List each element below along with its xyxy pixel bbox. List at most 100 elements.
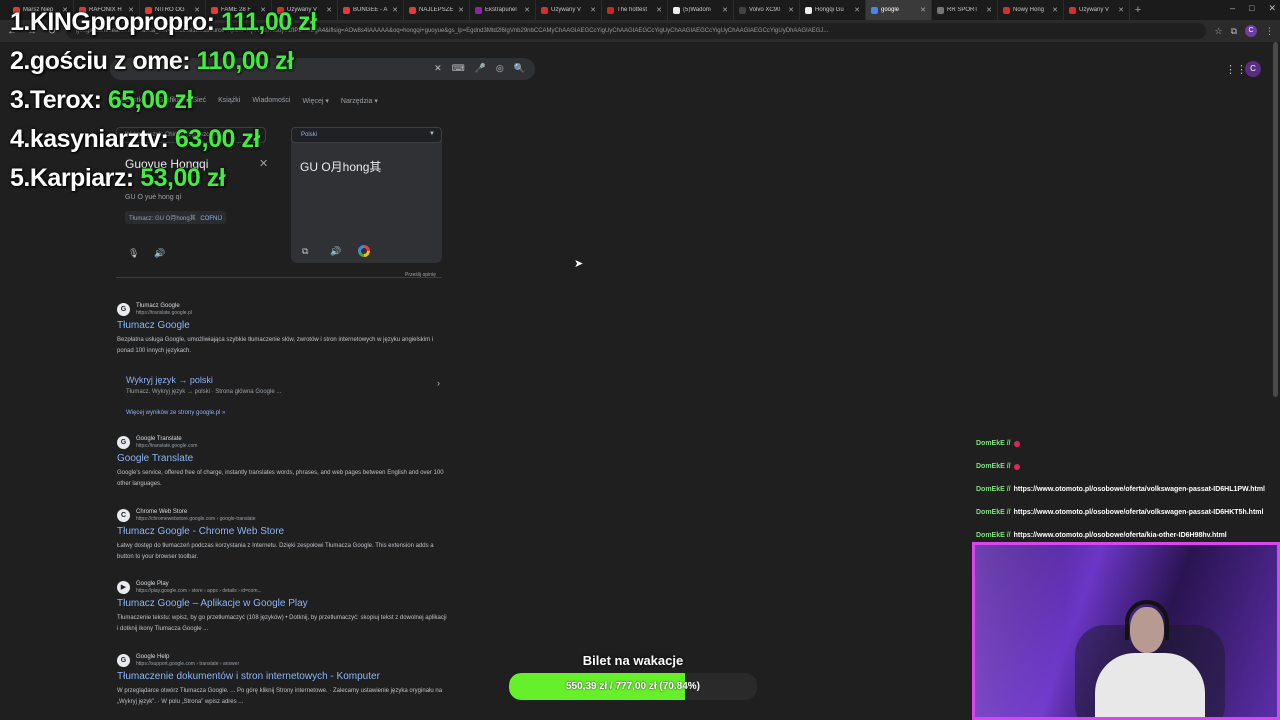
close-tab-icon[interactable]: ✕: [788, 6, 794, 14]
google-apps-icon[interactable]: ⋮⋮: [1225, 63, 1247, 76]
close-tab-icon[interactable]: ✕: [986, 6, 992, 14]
tab-title: google: [881, 7, 900, 13]
chrome-icon: C: [117, 509, 130, 522]
leaderboard-row: 3.Terox: 65,00 zł: [10, 86, 317, 125]
tab-title: Używany V: [551, 7, 582, 13]
close-tab-icon[interactable]: ✕: [392, 6, 398, 14]
tab-title: The hottest: [617, 7, 648, 13]
result-url[interactable]: https://translate.google.com: [136, 443, 197, 450]
result-url[interactable]: https://play.google.com › store › apps ›…: [136, 588, 262, 595]
result-url[interactable]: https://translate.google.pl: [136, 310, 192, 317]
close-tab-icon[interactable]: ✕: [1052, 6, 1058, 14]
sitelink-wykryj-jezyk[interactable]: Wykryj język → polski Tłumacz. Wykryj ję…: [126, 375, 444, 395]
browser-tab[interactable]: Używany V ✕: [1064, 0, 1130, 20]
browser-tab[interactable]: Ekstrapunel ✕: [470, 0, 536, 20]
close-tab-icon[interactable]: ✕: [656, 6, 662, 14]
screen: Marsz Niep ✕ RAFONIX H ✕ NITRO OG ✕ FAME 28 F ✕…: [0, 0, 1280, 720]
mic-icon[interactable]: 🎙: [128, 248, 139, 259]
goal-progress-bar: 550,39 zł / 777,00 zł (70.84%): [509, 673, 757, 700]
chat-emote-icon: [1013, 463, 1020, 470]
leaderboard-rank: 2.: [10, 47, 30, 75]
chat-message: DomEkE //: [976, 455, 1280, 478]
browser-tab[interactable]: Używany V ✕: [536, 0, 602, 20]
result-title-link[interactable]: Google Translate: [117, 453, 447, 464]
close-tab-icon[interactable]: ✕: [326, 6, 332, 14]
tab-favicon-icon: [871, 6, 878, 14]
browser-tab[interactable]: Nowy Hong ✕: [998, 0, 1064, 20]
browser-tab[interactable]: (5)Wadom ✕: [668, 0, 734, 20]
tab-favicon-icon: [937, 6, 944, 14]
more-results-link[interactable]: Więcej wyników ze strony google.pl »: [126, 410, 225, 416]
google-play-icon: ▶: [117, 581, 130, 594]
tab-title: Hongqi Gu: [815, 7, 844, 13]
keyboard-icon[interactable]: ⌨: [452, 63, 465, 74]
maximize-icon[interactable]: □: [1249, 3, 1254, 14]
close-window-icon[interactable]: ✕: [1268, 3, 1276, 14]
tab-narzedzia[interactable]: Narzędzia ▾: [341, 97, 378, 105]
tab-favicon-icon: [541, 6, 548, 14]
clear-search-icon[interactable]: ✕: [434, 63, 442, 74]
webcam-feed: [972, 542, 1280, 720]
donation-leaderboard: 1.KINGpropropro: 111,00 zł 2.gościu z ome…: [10, 8, 317, 203]
result-title-link[interactable]: Tłumaczenie dokumentów i stron interneto…: [117, 671, 447, 682]
goal-progress-text: 550,39 zł / 777,00 zł (70.84%): [566, 681, 700, 692]
new-tab-button[interactable]: +: [1130, 4, 1146, 16]
result-site-name: Google Play: [136, 581, 169, 587]
minimize-icon[interactable]: –: [1230, 3, 1235, 14]
result-url[interactable]: https://support.google.com › translate ›…: [136, 661, 239, 668]
chat-username: DomEkE //: [976, 509, 1011, 516]
sitelink-title[interactable]: Wykryj język → polski: [126, 375, 444, 385]
search-icon[interactable]: 🔍: [514, 63, 525, 74]
window-controls: – □ ✕: [1230, 3, 1276, 14]
google-account-avatar[interactable]: C: [1245, 61, 1261, 77]
close-tab-icon[interactable]: ✕: [590, 6, 596, 14]
section-divider: [116, 277, 442, 278]
site-favicon-icon: G: [117, 436, 130, 449]
result-title-link[interactable]: Tłumacz Google: [117, 320, 447, 331]
voice-search-icon[interactable]: 🎤: [475, 63, 486, 74]
lens-icon[interactable]: ◎: [496, 63, 504, 74]
close-tab-icon[interactable]: ✕: [458, 6, 464, 14]
close-tab-icon[interactable]: ✕: [1118, 6, 1124, 14]
browser-tab[interactable]: The hottest ✕: [602, 0, 668, 20]
source-speaker-icon[interactable]: 🔊: [154, 248, 165, 259]
browser-tab[interactable]: google ✕: [866, 0, 932, 20]
search-result-3: C Chrome Web Store https://chromewebstor…: [117, 508, 447, 563]
copy-icon[interactable]: ⧉: [302, 246, 308, 257]
page-scrollbar[interactable]: [1273, 42, 1278, 397]
result-title-link[interactable]: Tłumacz Google – Aplikacje w Google Play: [117, 598, 447, 609]
bookmark-star-icon[interactable]: ☆: [1214, 26, 1222, 37]
close-tab-icon[interactable]: ✕: [524, 6, 530, 14]
browser-tab[interactable]: Volvo XC90 ✕: [734, 0, 800, 20]
listen-speaker-icon[interactable]: 🔊: [330, 246, 341, 257]
tab-title: Używany V: [1079, 7, 1110, 13]
tab-title: Ekstrapunel: [485, 7, 517, 13]
browser-tab[interactable]: NAJLEPSZE ✕: [404, 0, 470, 20]
chat-emote-icon: [1013, 440, 1020, 447]
search-result-4: ▶ Google Play https://play.google.com › …: [117, 580, 447, 635]
google-logo-icon[interactable]: [358, 245, 370, 257]
browser-menu-icon[interactable]: ⋮: [1265, 26, 1274, 37]
tab-favicon-icon: [343, 6, 350, 14]
close-tab-icon[interactable]: ✕: [854, 6, 860, 14]
chat-message: DomEkE //https://www.otomoto.pl/osobowe/…: [976, 478, 1280, 501]
browser-tab[interactable]: RR SPORT ✕: [932, 0, 998, 20]
leaderboard-row: 4.kasyniarztv: 63,00 zł: [10, 125, 317, 164]
suggestion-prefix: Tłumacz:: [129, 216, 154, 222]
tab-title: Nowy Hong: [1013, 7, 1045, 13]
result-title-link[interactable]: Tłumacz Google - Chrome Web Store: [117, 526, 447, 537]
browser-profile-avatar[interactable]: C: [1245, 25, 1257, 37]
result-url[interactable]: https://chromewebstore.google.com › goog…: [136, 516, 256, 523]
chat-message: DomEkE //: [976, 432, 1280, 455]
site-favicon-icon: G: [117, 654, 130, 667]
tab-title: Volvo XC90: [749, 7, 781, 13]
tab-favicon-icon: [805, 6, 812, 14]
extensions-icon[interactable]: ⧉: [1231, 26, 1237, 37]
browser-tab[interactable]: Hongqi Gu ✕: [800, 0, 866, 20]
tab-favicon-icon: [1003, 6, 1010, 14]
browser-tab[interactable]: BUNGEE - A ✕: [338, 0, 404, 20]
undo-link[interactable]: COFNIJ: [200, 216, 222, 222]
close-tab-icon[interactable]: ✕: [722, 6, 728, 14]
result-site-name: Google Help: [136, 654, 170, 660]
close-tab-icon[interactable]: ✕: [920, 6, 926, 14]
